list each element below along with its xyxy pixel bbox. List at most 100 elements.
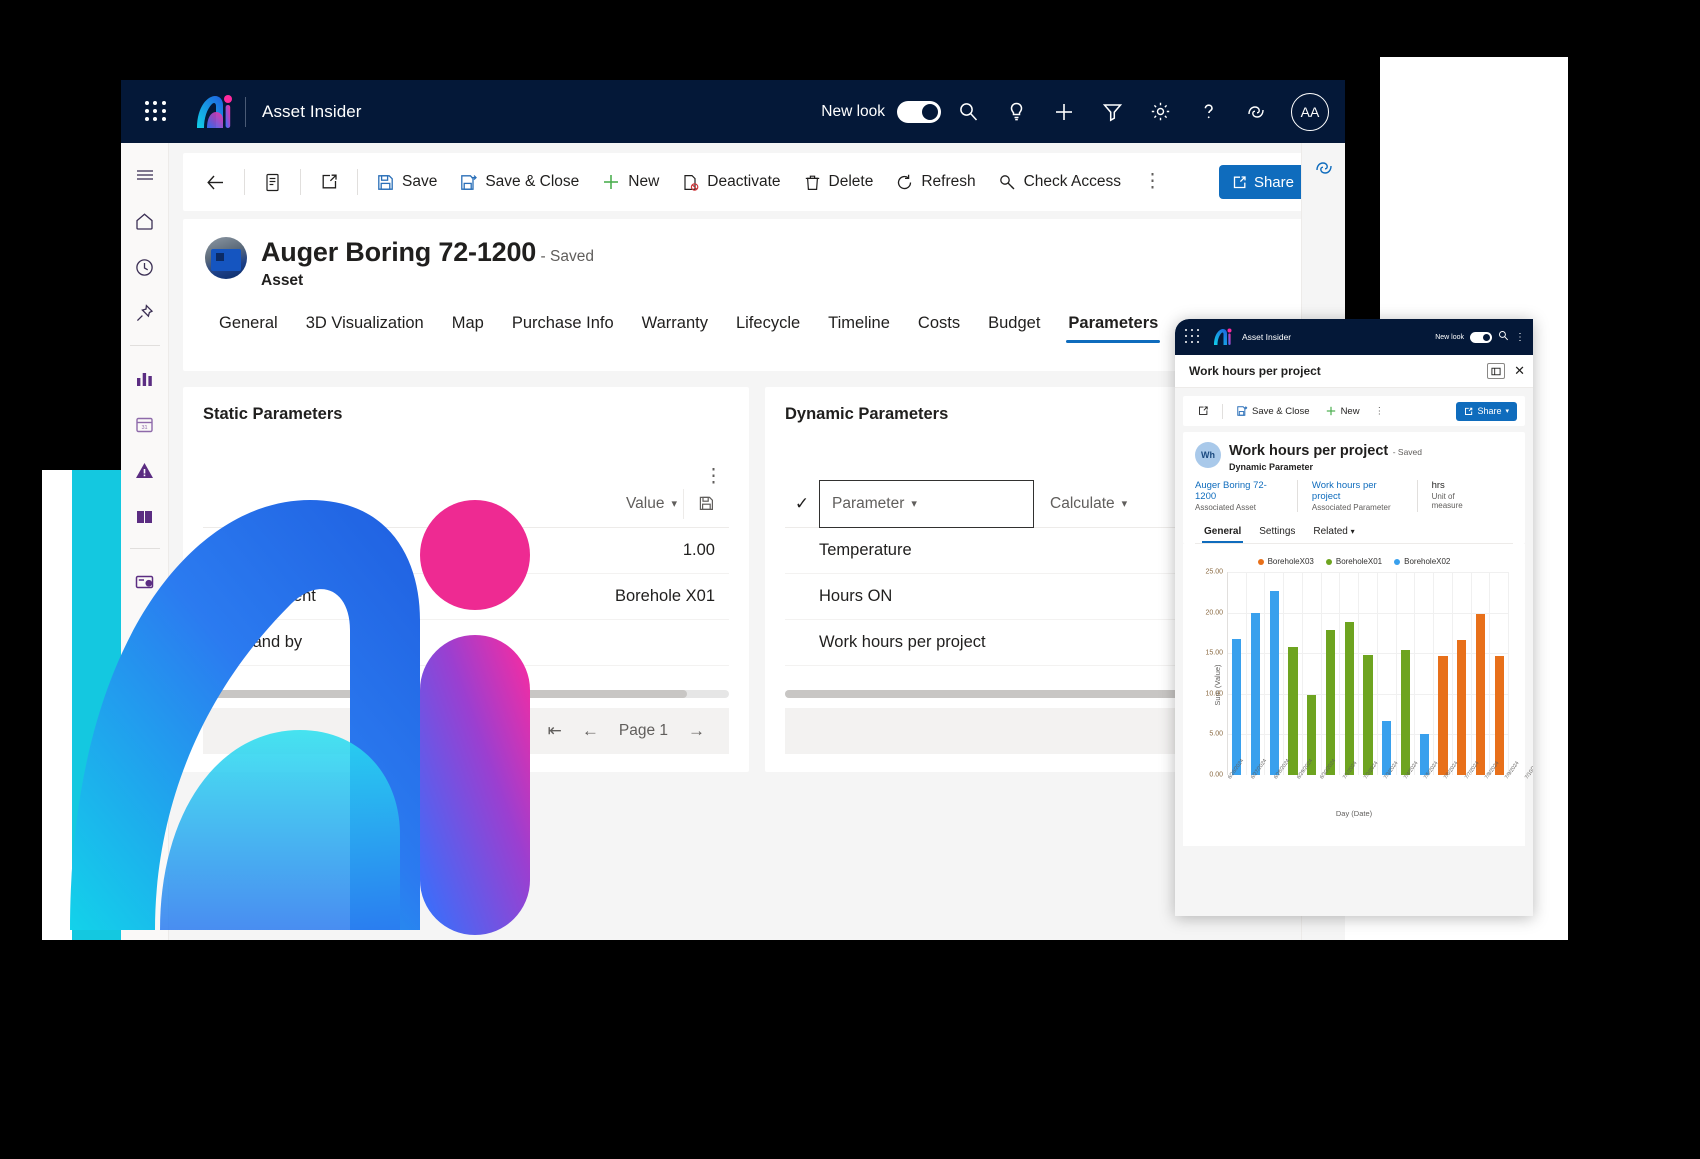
tab-purchase-info[interactable]: Purchase Info <box>498 308 628 343</box>
tab-general[interactable]: General <box>1195 522 1250 543</box>
chevron-down-icon: ▾ <box>1121 498 1128 510</box>
filter-icon[interactable] <box>1091 91 1133 133</box>
hamburger-menu-icon[interactable] <box>125 155 165 195</box>
calendar-icon[interactable]: 31 <box>125 404 165 444</box>
tab-warranty[interactable]: Warranty <box>628 308 722 343</box>
gear-icon[interactable] <box>1139 91 1181 133</box>
copilot-icon[interactable] <box>1235 91 1277 133</box>
new-button[interactable]: New <box>591 162 669 202</box>
side-panel-body: Save & Close New ⋮ Share ▾ Wh Work hours… <box>1175 388 1533 916</box>
check-access-button[interactable]: Check Access <box>988 162 1131 202</box>
save-button[interactable]: Save <box>366 162 447 202</box>
legend-item[interactable]: BoreholeX02 <box>1394 557 1450 566</box>
prev-page-icon[interactable]: ← <box>582 721 599 741</box>
tab-related[interactable]: Related ▾ <box>1304 522 1363 543</box>
record-header: Auger Boring 72-1200 - Saved Asset <box>205 237 1309 290</box>
deactivate-button[interactable]: Deactivate <box>671 162 790 202</box>
tab-costs[interactable]: Costs <box>904 308 974 343</box>
popout-icon[interactable] <box>309 162 349 202</box>
save-and-close-button[interactable]: Save & Close <box>449 162 589 202</box>
chart-bar[interactable] <box>1344 622 1354 775</box>
associated-parameter-value[interactable]: Work hours per project <box>1312 480 1403 502</box>
app-launcher-waffle-icon[interactable] <box>1185 329 1201 345</box>
tab-parameters[interactable]: Parameters <box>1054 308 1172 343</box>
dynamic-calculate-header-label: Calculate <box>1050 494 1115 512</box>
dynamic-col-parameter-header[interactable]: Parameter ▾ <box>819 479 1034 528</box>
side-panel-overflow-button[interactable]: ⋮ <box>1369 400 1391 422</box>
chevron-down-icon: ▾ <box>1505 408 1509 415</box>
side-panel-titlebar: Work hours per project ✕ <box>1175 355 1533 388</box>
chevron-down-icon: ▾ <box>1350 527 1355 536</box>
back-arrow-icon[interactable] <box>195 162 236 202</box>
legend-item[interactable]: BoreholeX01 <box>1325 557 1382 566</box>
home-icon[interactable] <box>125 201 165 241</box>
chart-bar[interactable] <box>1232 638 1242 775</box>
legend-item[interactable]: BoreholeX03 <box>1257 557 1314 566</box>
avatar[interactable]: AA <box>1291 92 1329 131</box>
tab-map[interactable]: Map <box>438 308 498 343</box>
chart-y-tick: 10.00 <box>1205 690 1223 698</box>
associated-asset-value[interactable]: Auger Boring 72-1200 <box>1195 480 1283 502</box>
cmd-divider-3 <box>357 169 358 195</box>
associated-parameter-label: Associated Parameter <box>1311 503 1391 512</box>
tab-budget[interactable]: Budget <box>974 308 1054 343</box>
save-status: - Saved <box>540 248 594 265</box>
chart-bar[interactable] <box>1269 590 1279 775</box>
chart-y-tick: 0.00 <box>1209 771 1223 779</box>
chart-y-tick: 15.00 <box>1205 649 1223 657</box>
lightbulb-icon[interactable] <box>995 91 1037 133</box>
refresh-button[interactable]: Refresh <box>885 162 985 202</box>
chart-bar[interactable] <box>1494 656 1504 775</box>
close-icon[interactable]: ✕ <box>1514 363 1525 379</box>
chart-bar[interactable] <box>1288 646 1298 775</box>
side-panel-new-look-toggle[interactable] <box>1470 331 1492 343</box>
unit-of-measure-value: hrs <box>1431 480 1445 491</box>
plus-icon[interactable] <box>1043 91 1085 133</box>
new-button[interactable]: New <box>1319 400 1366 422</box>
tab-timeline[interactable]: Timeline <box>814 308 904 343</box>
chart-bar[interactable] <box>1363 654 1373 775</box>
delete-button[interactable]: Delete <box>793 162 884 202</box>
search-icon[interactable] <box>947 91 989 133</box>
tab-3d-visualization[interactable]: 3D Visualization <box>292 308 438 343</box>
tab-lifecycle[interactable]: Lifecycle <box>722 308 814 343</box>
form-icon[interactable] <box>253 162 292 202</box>
recent-clock-icon[interactable] <box>125 247 165 287</box>
chart-bar[interactable] <box>1325 630 1336 775</box>
dynamic-select-all-checkbox[interactable]: ✓ <box>785 494 819 514</box>
dynamic-col-calculate-header[interactable]: Calculate ▾ <box>1034 495 1127 513</box>
static-grid-save-icon[interactable] <box>683 488 729 519</box>
side-panel-share-button[interactable]: Share ▾ <box>1456 401 1517 421</box>
chart-bar[interactable] <box>1457 640 1467 775</box>
new-look-toggle[interactable] <box>897 100 941 123</box>
search-icon[interactable] <box>1498 330 1509 344</box>
chart-bar[interactable] <box>1475 614 1486 775</box>
chart-bar[interactable] <box>1400 649 1411 775</box>
dashboards-chart-icon[interactable] <box>125 358 165 398</box>
pinned-icon[interactable] <box>125 293 165 333</box>
popout-icon[interactable] <box>1191 400 1215 422</box>
help-icon[interactable] <box>1187 91 1229 133</box>
associated-asset-field: Auger Boring 72-1200 Associated Asset <box>1195 480 1298 512</box>
chart-bar[interactable] <box>1250 613 1261 775</box>
static-col-value-header[interactable]: Value ▾ <box>626 495 683 513</box>
next-page-icon[interactable]: → <box>688 721 705 741</box>
side-panel-new-label: New <box>1340 405 1360 417</box>
expand-panel-icon[interactable] <box>1487 363 1506 379</box>
side-panel-record-title: Work hours per project <box>1229 443 1389 459</box>
chart-bar[interactable] <box>1438 655 1448 775</box>
command-overflow-button[interactable]: ⋮ <box>1133 162 1172 202</box>
rail-divider <box>129 345 160 346</box>
more-options-icon[interactable]: ⋮ <box>1515 332 1525 343</box>
chart-y-tick: 20.00 <box>1205 609 1223 617</box>
chart-column <box>1284 572 1303 775</box>
save-and-close-button[interactable]: Save & Close <box>1230 400 1316 422</box>
legend-color-swatch <box>1394 558 1401 565</box>
tab-related-label: Related <box>1313 526 1348 537</box>
app-launcher-waffle-icon[interactable] <box>139 95 173 129</box>
chart-x-axis-label: Day (Date) <box>1335 809 1373 818</box>
tab-settings[interactable]: Settings <box>1250 522 1304 543</box>
side-panel-record-header: Wh Work hours per project - Saved Dynami… <box>1195 442 1513 472</box>
tab-general[interactable]: General <box>205 308 292 343</box>
static-grid-more-icon[interactable]: ⋮ <box>704 467 723 486</box>
